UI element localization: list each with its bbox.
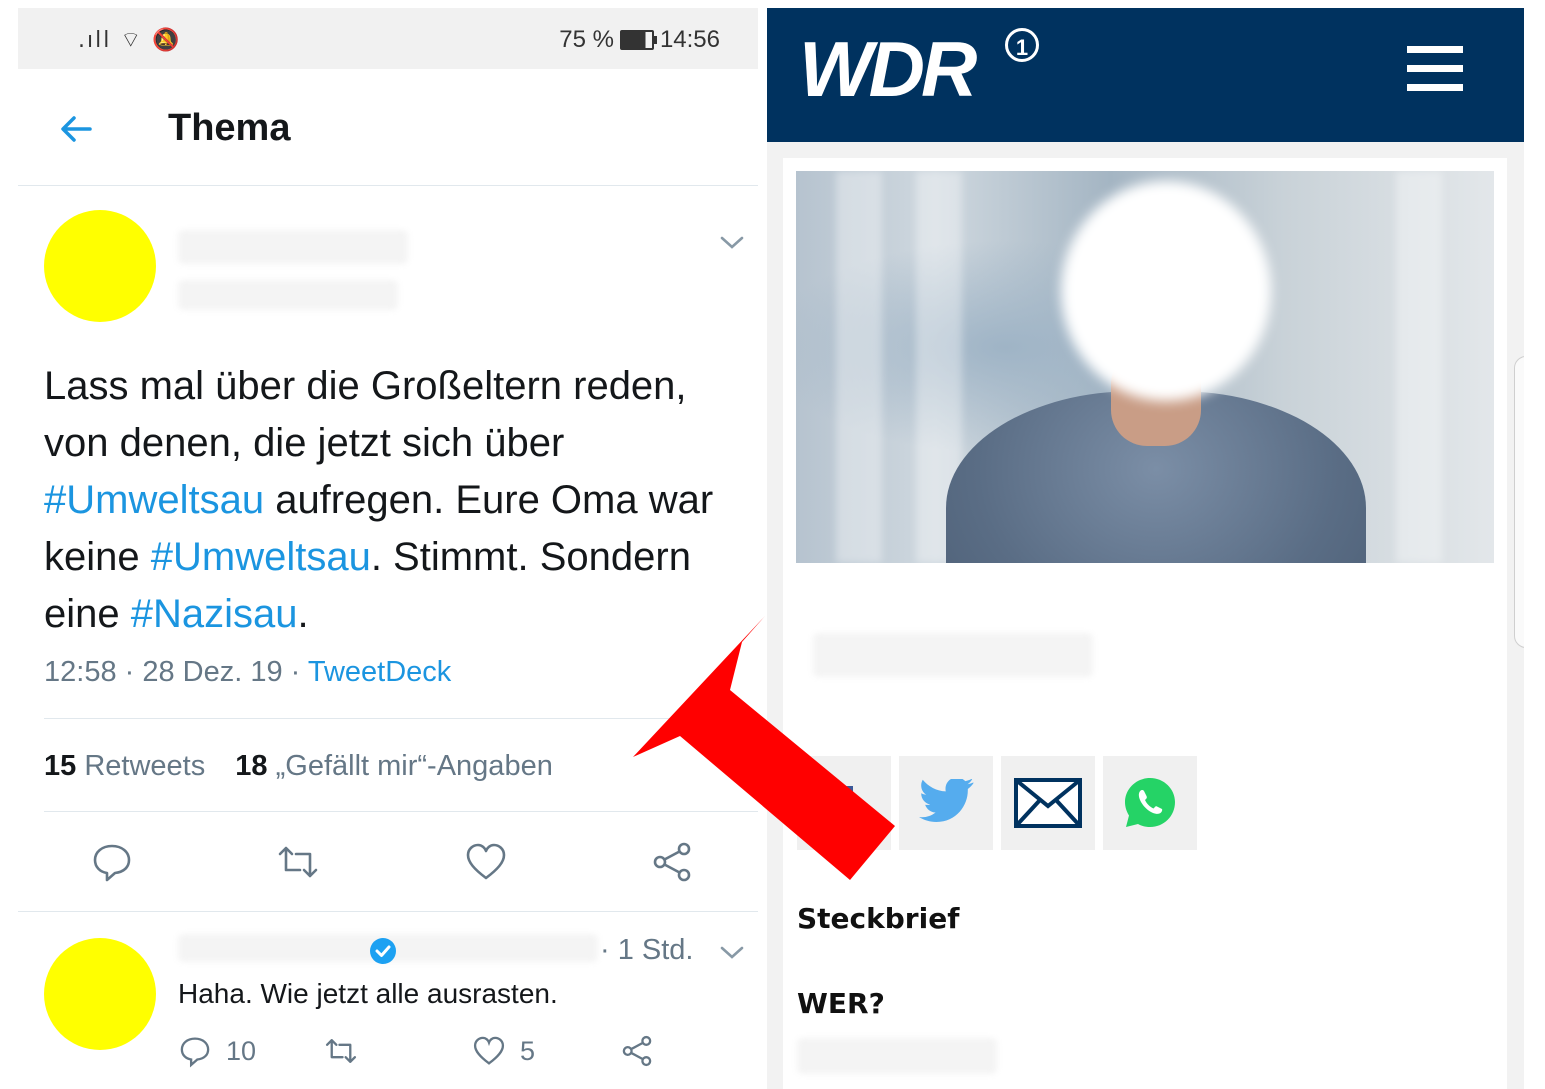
reply-like-button[interactable]: 5 xyxy=(472,1034,535,1068)
twitter-screenshot: .ıll ⌔ 🔕 75 % 14:56 Thema Lass mal über … xyxy=(18,8,758,1089)
heart-icon[interactable] xyxy=(464,840,508,884)
whatsapp-icon xyxy=(1125,778,1175,827)
share-icon xyxy=(622,1035,652,1067)
divider xyxy=(44,718,758,719)
whatsapp-share-button[interactable] xyxy=(1103,756,1197,850)
chevron-down-icon[interactable] xyxy=(718,944,746,962)
profile-card: Steckbrief WER? xyxy=(783,158,1507,1089)
divider xyxy=(44,811,758,812)
like-label[interactable]: „Gefällt mir“-Angaben xyxy=(276,750,553,782)
back-arrow-icon[interactable] xyxy=(56,109,96,149)
ard-one-badge: 1 xyxy=(1005,28,1039,62)
wer-value-redacted xyxy=(797,1038,997,1074)
hamburger-menu-icon[interactable] xyxy=(1407,46,1463,92)
wdr-header: WDR 1 xyxy=(767,8,1524,142)
wer-heading: WER? xyxy=(797,987,885,1020)
tweet-text-part: . xyxy=(297,592,309,636)
clock: 14:56 xyxy=(659,26,720,53)
mail-share-button[interactable] xyxy=(1001,756,1095,850)
divider xyxy=(18,911,758,912)
wdr-logo[interactable]: WDR xyxy=(799,24,977,115)
hashtag-link[interactable]: #Umweltsau xyxy=(44,478,264,522)
reply-text: Haha. Wie jetzt alle ausrasten. xyxy=(178,978,558,1009)
reply-retweet-button[interactable] xyxy=(324,1034,358,1068)
retweet-icon[interactable] xyxy=(276,840,320,884)
person-photo xyxy=(796,171,1494,563)
verified-badge-icon xyxy=(370,938,396,964)
chevron-down-icon[interactable] xyxy=(718,234,746,252)
retweet-icon xyxy=(325,1039,357,1063)
thread-header: Thema xyxy=(18,69,758,186)
tweet-text-part: Lass mal über die Großeltern reden, von … xyxy=(44,364,687,465)
reply-icon[interactable] xyxy=(90,840,134,884)
reply-timestamp: · 1 Std. xyxy=(600,934,694,966)
tweet-counts: 15 Retweets 18 „Gefällt mir“-Angaben xyxy=(44,750,553,783)
hashtag-link[interactable]: #Nazisau xyxy=(131,592,298,636)
tweet-meta: 12:58 · 28 Dez. 19 · TweetDeck xyxy=(44,656,451,689)
heart-icon xyxy=(473,1036,505,1065)
battery-icon xyxy=(619,30,657,50)
reply-author-avatar[interactable] xyxy=(44,938,156,1050)
status-bar: .ıll ⌔ 🔕 75 % 14:56 xyxy=(18,8,758,69)
scroll-handle[interactable] xyxy=(1514,356,1524,648)
author-name-redacted xyxy=(178,230,408,264)
retweet-label[interactable]: Retweets xyxy=(84,750,205,782)
author-handle-redacted xyxy=(178,280,398,310)
facebook-share-button[interactable] xyxy=(797,756,891,850)
battery-percent: 75 % xyxy=(559,26,614,53)
reply-count: 10 xyxy=(226,1035,257,1066)
twitter-share-button[interactable] xyxy=(899,756,993,850)
tweet-source-link[interactable]: TweetDeck xyxy=(308,656,451,688)
tweet-text: Lass mal über die Großeltern reden, von … xyxy=(44,358,734,643)
face-redaction xyxy=(1061,181,1271,401)
signal-icons: .ıll ⌔ 🔕 xyxy=(78,28,182,53)
like-count[interactable]: 18 xyxy=(235,750,267,782)
tweet-timestamp: 12:58 · 28 Dez. 19 · xyxy=(44,656,308,688)
status-right: 75 % 14:56 xyxy=(559,26,720,54)
twitter-icon xyxy=(919,779,974,823)
share-icon[interactable] xyxy=(650,840,694,884)
hashtag-link[interactable]: #Umweltsau xyxy=(151,535,371,579)
reply-share-button[interactable] xyxy=(620,1034,654,1068)
reply-reply-button[interactable]: 10 xyxy=(178,1034,256,1068)
like-count: 5 xyxy=(520,1035,536,1066)
page-title: Thema xyxy=(168,107,291,149)
facebook-icon xyxy=(836,786,853,821)
reply-icon xyxy=(180,1037,210,1068)
steckbrief-heading: Steckbrief xyxy=(797,902,960,935)
wdr-screenshot: WDR 1 Steckbrief WER? xyxy=(767,8,1524,1089)
mail-icon xyxy=(1014,778,1082,828)
retweet-count[interactable]: 15 xyxy=(44,750,76,782)
author-avatar[interactable] xyxy=(44,210,156,322)
person-name-redacted xyxy=(813,633,1093,677)
